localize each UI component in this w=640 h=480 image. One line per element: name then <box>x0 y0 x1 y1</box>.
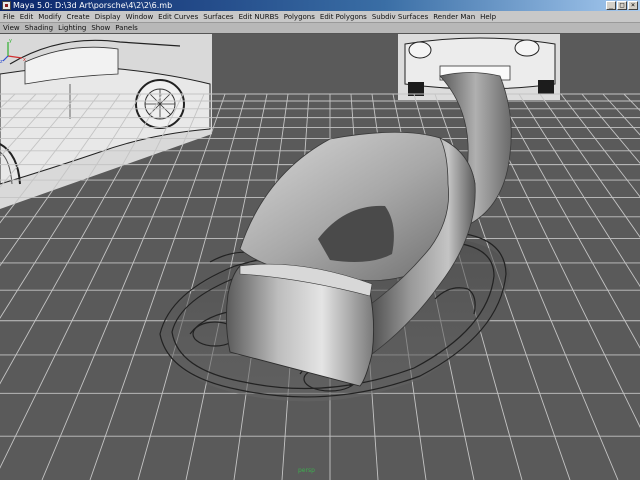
menu-render-man[interactable]: Render Man <box>431 11 477 23</box>
menu-modify[interactable]: Modify <box>36 11 63 23</box>
close-button[interactable]: × <box>628 1 638 10</box>
menu-edit-polygons[interactable]: Edit Polygons <box>318 11 369 23</box>
maya-app-icon[interactable] <box>2 1 11 10</box>
menu-polygons[interactable]: Polygons <box>282 11 317 23</box>
menu-surfaces[interactable]: Surfaces <box>201 11 235 23</box>
menu-edit-nurbs[interactable]: Edit NURBS <box>237 11 281 23</box>
minimize-button[interactable]: _ <box>606 1 616 10</box>
menu-help[interactable]: Help <box>478 11 498 23</box>
panel-menu-show[interactable]: Show <box>89 23 112 34</box>
panel-menu-lighting[interactable]: Lighting <box>56 23 88 34</box>
menu-subdiv-surfaces[interactable]: Subdiv Surfaces <box>370 11 430 23</box>
axis-z-label: z <box>0 59 3 64</box>
camera-name-label: persp <box>298 467 315 474</box>
menu-edit-curves[interactable]: Edit Curves <box>156 11 200 23</box>
window-title: Maya 5.0: D:\3d Art\porsche\4\2\2\6.mb <box>13 1 173 10</box>
panel-menu-view[interactable]: View <box>1 23 22 34</box>
menu-window[interactable]: Window <box>124 11 156 23</box>
panel-menu-bar: View Shading Lighting Show Panels <box>0 23 640 34</box>
menu-file[interactable]: File <box>1 11 17 23</box>
window-controls: _ □ × <box>606 1 638 10</box>
menu-display[interactable]: Display <box>93 11 123 23</box>
perspective-viewport[interactable]: x y z persp <box>0 34 640 480</box>
axis-x-label: x <box>23 57 26 63</box>
panel-menu-shading[interactable]: Shading <box>23 23 55 34</box>
menu-edit[interactable]: Edit <box>18 11 36 23</box>
title-bar[interactable]: Maya 5.0: D:\3d Art\porsche\4\2\2\6.mb _… <box>0 0 640 11</box>
axis-y-label: y <box>9 38 12 44</box>
axis-indicator: x y z <box>0 38 26 64</box>
maya-window: Maya 5.0: D:\3d Art\porsche\4\2\2\6.mb _… <box>0 0 640 480</box>
menu-create[interactable]: Create <box>64 11 91 23</box>
panel-menu-panels[interactable]: Panels <box>113 23 140 34</box>
viewport-scene[interactable] <box>0 34 640 480</box>
main-menu-bar: File Edit Modify Create Display Window E… <box>0 11 640 23</box>
maximize-button[interactable]: □ <box>617 1 627 10</box>
